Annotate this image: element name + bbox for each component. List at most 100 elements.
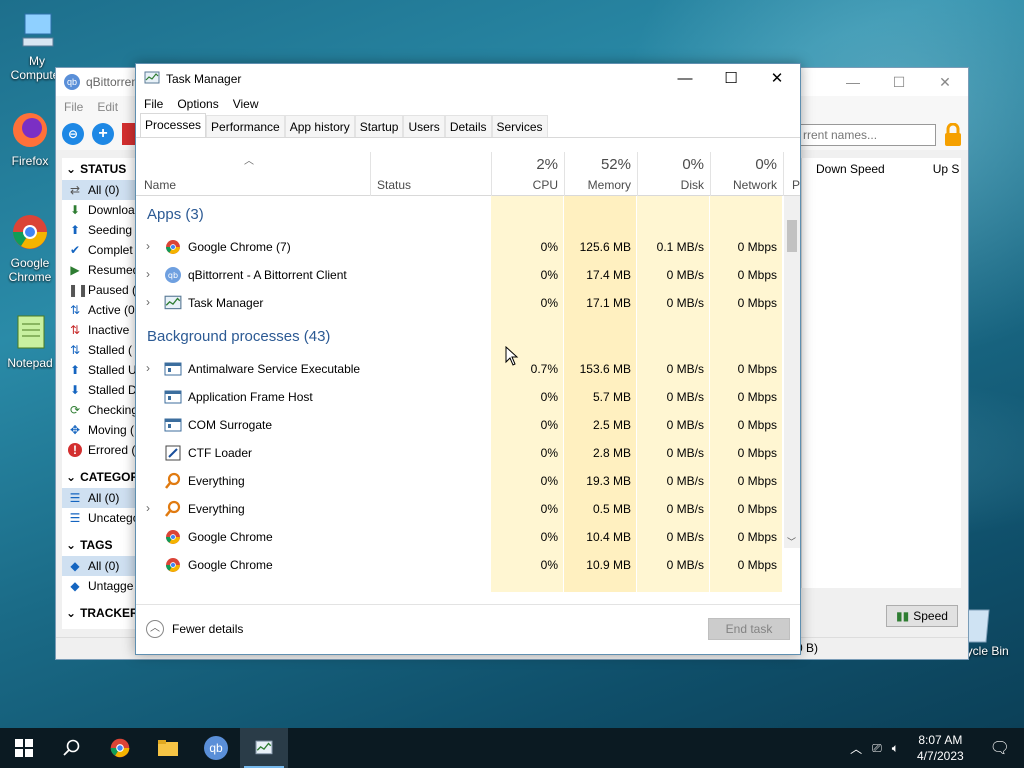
end-task-button[interactable]: End task [708, 618, 790, 640]
tag-item-untagged[interactable]: ◆ Untagge [62, 576, 140, 596]
column-up-speed[interactable]: Up S [933, 162, 960, 176]
column-down-speed[interactable]: Down Speed [816, 162, 885, 176]
process-row[interactable]: › Task Manager 0% 17.1 MB 0 MB/s 0 Mbps [136, 289, 784, 317]
status-item-resumed[interactable]: ▶ Resumed [62, 260, 140, 280]
tag-item-all[interactable]: ◆ All (0) [62, 556, 140, 576]
task-manager-icon [255, 740, 273, 755]
status-item-errored[interactable]: ! Errored ( [62, 440, 140, 460]
desktop-icon-label: Google Chrome [8, 256, 52, 284]
expand-chevron-icon[interactable]: › [146, 295, 150, 309]
notifications-icon[interactable]: 🗨︎ [976, 738, 1024, 758]
close-button[interactable]: ✕ [754, 64, 800, 94]
network-icon[interactable]: ⎚ [868, 741, 886, 756]
torrent-list[interactable] [801, 158, 961, 588]
fewer-details-button[interactable]: ︿ Fewer details [146, 620, 243, 638]
category-item-all[interactable]: ☰ All (0) [62, 488, 140, 508]
speed-button[interactable]: ▮▮ Speed [886, 605, 958, 627]
menu-file[interactable]: File [144, 97, 163, 111]
minimize-button[interactable]: — [830, 68, 876, 96]
desktop-icon-firefox[interactable]: Firefox [6, 108, 54, 168]
column-cpu[interactable]: 2% CPU [492, 152, 564, 196]
taskbar-task-manager[interactable] [240, 728, 288, 768]
categories-section-header[interactable]: ⌄ CATEGOR [62, 466, 140, 488]
column-power[interactable]: P [784, 152, 800, 196]
process-row[interactable]: COM Surrogate 0% 2.5 MB 0 MB/s 0 Mbps [136, 411, 784, 439]
category-item-uncategorized[interactable]: ☰ Uncatego [62, 508, 140, 528]
process-row[interactable]: › Everything 0% 0.5 MB 0 MB/s 0 Mbps [136, 495, 784, 523]
column-disk[interactable]: 0% Disk [638, 152, 710, 196]
maximize-button[interactable]: ☐ [876, 68, 922, 96]
status-item-checking[interactable]: ⟳ Checking [62, 400, 140, 420]
maximize-button[interactable]: ☐ [708, 64, 754, 94]
process-row[interactable]: Everything 0% 19.3 MB 0 MB/s 0 Mbps [136, 467, 784, 495]
status-item-active[interactable]: ⇅ Active (0 [62, 300, 140, 320]
status-section-header[interactable]: ⌄ STATUS [62, 158, 140, 180]
taskbar-qbittorrent[interactable]: qb [192, 728, 240, 768]
tab-services[interactable]: Services [491, 115, 548, 137]
qbittorrent-icon: qb [164, 266, 182, 284]
minimize-button[interactable]: — [662, 64, 708, 94]
taskbar-file-explorer[interactable] [144, 728, 192, 768]
column-memory[interactable]: 52% Memory [565, 152, 637, 196]
status-item-seeding[interactable]: ⬆ Seeding [62, 220, 140, 240]
add-torrent-icon[interactable]: + [92, 123, 114, 145]
process-row[interactable]: Google Chrome 0% 10.4 MB 0 MB/s 0 Mbps [136, 523, 784, 551]
status-item-stalled[interactable]: ⇅ Stalled ( [62, 340, 140, 360]
lock-icon[interactable] [942, 122, 964, 147]
delete-icon[interactable] [122, 123, 136, 145]
process-row[interactable]: › qb qBittorrent - A Bittorrent Client 0% 17… [136, 261, 784, 289]
scroll-down-icon[interactable]: ﹀ [787, 535, 796, 548]
trackers-section-header[interactable]: ⌄TRACKERS [62, 602, 140, 624]
vertical-scrollbar-thumb[interactable] [787, 220, 797, 252]
process-name: CTF Loader [188, 446, 253, 460]
search-button[interactable] [48, 728, 96, 768]
column-network[interactable]: 0% Network [711, 152, 783, 196]
status-item-moving[interactable]: ✥ Moving ( [62, 420, 140, 440]
status-item-all[interactable]: ⇄ All (0) [62, 180, 140, 200]
process-row[interactable]: Application Frame Host 0% 5.7 MB 0 MB/s 0 Mb… [136, 383, 784, 411]
desktop-icon-notepad[interactable]: Notepad [6, 310, 54, 370]
desktop-icon-label: Notepad [7, 356, 53, 370]
expand-chevron-icon[interactable]: › [146, 361, 150, 375]
column-name[interactable]: Name [136, 152, 370, 196]
menu-options[interactable]: Options [177, 97, 218, 111]
menu-edit[interactable]: Edit [97, 100, 118, 114]
tab-users[interactable]: Users [403, 115, 445, 137]
chevron-up-icon: ︿ [146, 620, 164, 638]
menu-view[interactable]: View [233, 97, 259, 111]
process-row[interactable]: CTF Loader 0% 2.8 MB 0 MB/s 0 Mbps [136, 439, 784, 467]
process-table[interactable]: ︿ Name Status 2% CPU 52% Memory 0% Disk [136, 152, 800, 592]
tab-processes[interactable]: Processes [140, 113, 207, 137]
desktop-icon-chrome[interactable]: Google Chrome [6, 210, 54, 286]
process-row[interactable]: › Antimalware Service Executable 0.7% 153.6… [136, 355, 784, 383]
menu-file[interactable]: File [64, 100, 83, 114]
expand-chevron-icon[interactable]: › [146, 267, 150, 281]
tab-performance[interactable]: Performance [206, 115, 285, 137]
expand-chevron-icon[interactable]: › [146, 239, 150, 253]
clock[interactable]: 8:07 AM 4/7/2023 [905, 732, 976, 764]
process-network: 0 Mbps [737, 558, 777, 572]
torrent-search-input[interactable]: rrent names... [796, 124, 936, 146]
taskbar-chrome[interactable] [96, 728, 144, 768]
tab-app-history[interactable]: App history [284, 115, 355, 137]
volume-icon[interactable]: 🔈︎ [886, 741, 905, 756]
process-row[interactable]: › Google Chrome (7) 0% 125.6 MB 0.1 MB/s 0 Mb… [136, 233, 784, 261]
task-manager-window[interactable]: Task Manager — ☐ ✕ File Options View Pro… [135, 63, 801, 655]
column-status[interactable]: Status [371, 152, 491, 196]
tab-details[interactable]: Details [444, 115, 492, 137]
tab-startup[interactable]: Startup [354, 115, 404, 137]
status-item-stalled-downloading[interactable]: ⬇ Stalled D [62, 380, 140, 400]
show-hidden-icons-icon[interactable]: ︿ [844, 740, 868, 757]
process-row[interactable]: Google Chrome 0% 10.9 MB 0 MB/s 0 Mbps [136, 551, 784, 579]
tags-section-header[interactable]: ⌄ TAGS [62, 534, 140, 556]
add-link-icon[interactable]: ⊖ [62, 123, 84, 145]
status-item-stalled-uploading[interactable]: ⬆ Stalled U [62, 360, 140, 380]
expand-chevron-icon[interactable]: › [146, 501, 150, 515]
status-item-completed[interactable]: ✔ Complet [62, 240, 140, 260]
start-button[interactable] [0, 728, 48, 768]
vertical-scrollbar[interactable]: ﹀ [784, 196, 800, 548]
status-item-downloading[interactable]: ⬇ Downloa [62, 200, 140, 220]
close-button[interactable]: ✕ [922, 68, 968, 96]
status-item-paused[interactable]: ❚❚ Paused ( [62, 280, 140, 300]
status-item-inactive[interactable]: ⇅ Inactive [62, 320, 140, 340]
